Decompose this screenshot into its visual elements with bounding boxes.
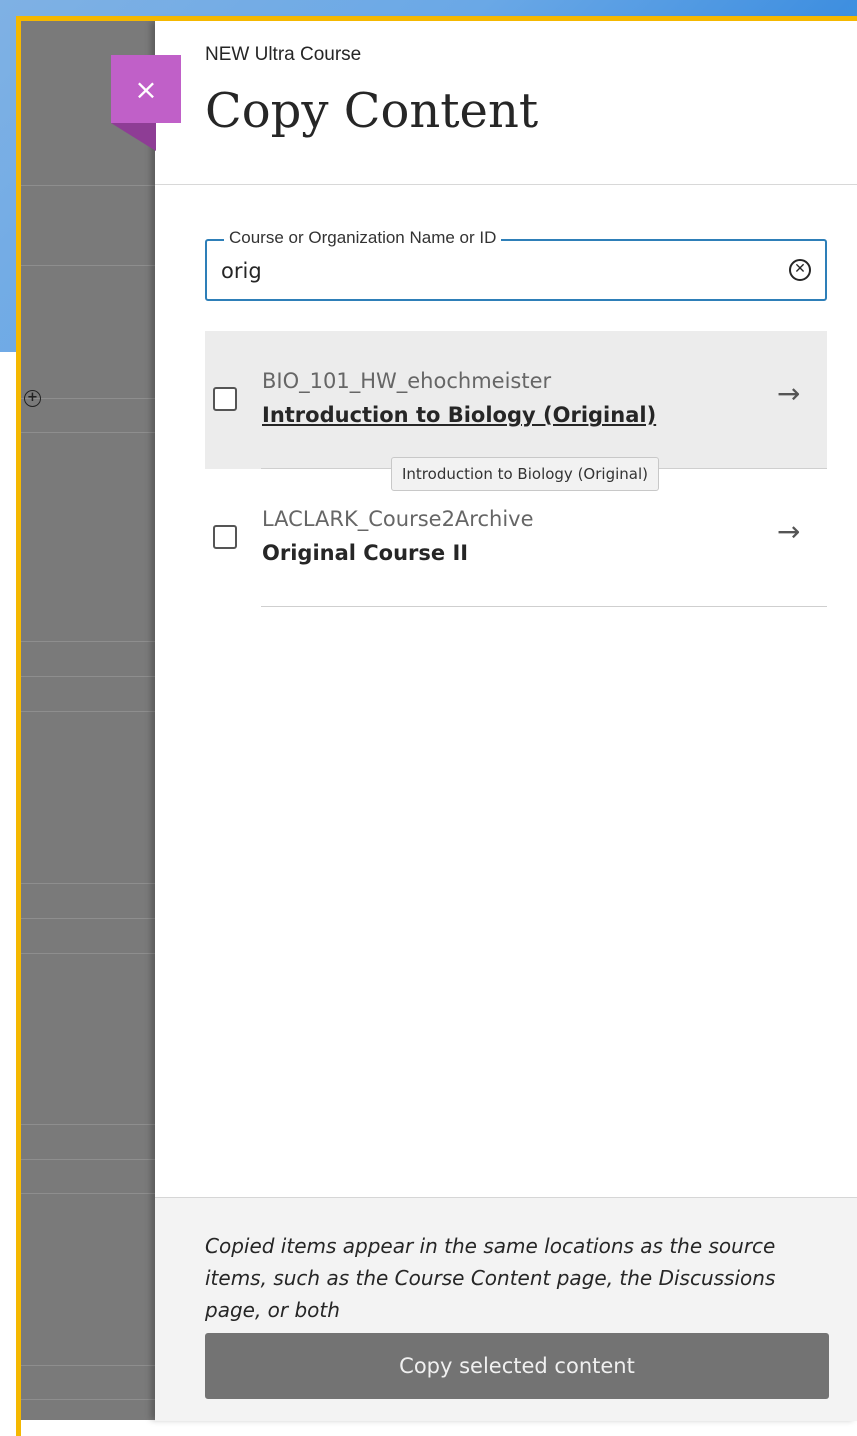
clear-search-icon[interactable]: ✕ [789,259,811,281]
background-divider [21,1365,155,1366]
background-divider [21,185,155,186]
background-divider [21,1159,155,1160]
result-checkbox[interactable] [213,525,237,549]
background-divider [21,398,155,399]
course-title-link[interactable]: Original Course II [262,541,468,565]
background-divider [21,676,155,677]
result-checkbox[interactable] [213,387,237,411]
close-panel-button[interactable]: × [111,55,181,123]
search-input[interactable] [221,259,781,283]
page-title: Copy Content [205,83,539,139]
course-id: BIO_101_HW_ehochmeister [262,369,552,393]
row-divider [261,606,827,607]
search-field[interactable]: Course or Organization Name or ID ✕ [205,228,827,301]
search-label: Course or Organization Name or ID [224,228,502,248]
result-row[interactable]: BIO_101_HW_ehochmeister Introduction to … [205,331,827,469]
background-divider [21,1124,155,1125]
dimmed-background-page [21,21,155,1420]
background-divider [21,711,155,712]
background-divider [21,918,155,919]
copy-info-note: Copied items appear in the same location… [205,1234,776,1322]
background-divider [21,641,155,642]
panel-footer: Copied items appear in the same location… [155,1197,857,1421]
panel-header: NEW Ultra Course Copy Content [155,21,857,185]
background-divider [21,1193,155,1194]
background-divider [21,432,155,433]
course-id: LACLARK_Course2Archive [262,507,534,531]
close-tab-fold [111,123,156,151]
copy-content-panel: NEW Ultra Course Copy Content Course or … [155,21,857,1421]
arrow-right-icon[interactable]: → [777,515,800,548]
background-divider [21,265,155,266]
course-title-link[interactable]: Introduction to Biology (Original) [262,403,656,427]
background-divider [21,953,155,954]
background-divider [21,883,155,884]
add-content-icon: + [24,390,41,407]
background-divider [21,1399,155,1400]
close-icon: × [134,72,158,106]
course-name: NEW Ultra Course [205,44,362,65]
tooltip: Introduction to Biology (Original) [391,457,659,491]
copy-selected-button[interactable]: Copy selected content [205,1333,829,1399]
arrow-right-icon[interactable]: → [777,377,800,410]
